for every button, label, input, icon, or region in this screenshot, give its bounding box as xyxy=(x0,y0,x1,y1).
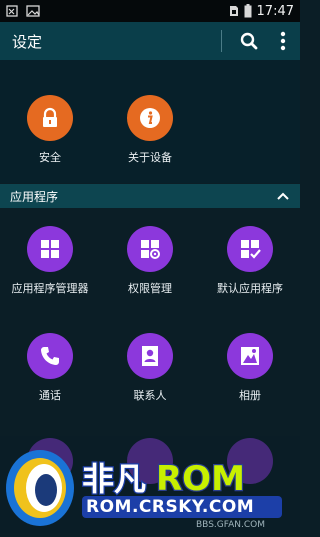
settings-item-label: 联系人 xyxy=(133,389,167,402)
settings-item-default-apps[interactable]: 默认应用程序 xyxy=(200,226,300,296)
app-grid-gear-icon xyxy=(141,240,160,259)
status-bar: 17:47 xyxy=(0,0,300,22)
settings-item-label: 安全 xyxy=(39,151,61,164)
section-title: 应用程序 xyxy=(10,189,59,204)
partial-item-badge xyxy=(227,438,273,484)
partial-item-badge xyxy=(127,438,173,484)
settings-item-label: 关于设备 xyxy=(128,151,172,164)
battery-icon xyxy=(244,4,252,18)
settings-item-app-manager[interactable]: 应用程序管理器 xyxy=(0,226,100,296)
lock-icon xyxy=(43,107,57,127)
more-vert-icon xyxy=(280,31,286,51)
general-settings-section: 安全 关于设备 xyxy=(0,60,300,183)
settings-item-label: 应用程序管理器 xyxy=(11,282,89,295)
contacts-icon-badge xyxy=(127,333,173,379)
gallery-icon-badge xyxy=(227,333,273,379)
app-grid-check-icon xyxy=(241,240,261,259)
app-manager-icon-badge xyxy=(27,226,73,272)
about-icon-badge xyxy=(127,95,173,141)
sim-icon xyxy=(229,6,238,16)
settings-item-security[interactable]: 安全 xyxy=(0,95,100,165)
chevron-up-icon[interactable] xyxy=(276,191,290,201)
settings-item-gallery[interactable]: 相册 xyxy=(200,333,300,403)
image-icon xyxy=(26,5,40,17)
more-options-button[interactable] xyxy=(266,22,300,60)
security-icon-badge xyxy=(27,95,73,141)
apps-section-header[interactable]: 应用程序 xyxy=(0,184,300,208)
contact-icon xyxy=(142,346,158,366)
settings-item-label: 权限管理 xyxy=(128,282,172,295)
phone-icon xyxy=(41,347,59,365)
settings-item-contacts[interactable]: 联系人 xyxy=(100,333,200,403)
page-title: 设定 xyxy=(12,32,43,51)
app-bar-divider xyxy=(221,30,222,52)
default-apps-icon-badge xyxy=(227,226,273,272)
info-icon xyxy=(140,108,160,128)
apps-settings-section: 应用程序管理器 权限管理 默认应用程序 通话 联系人 相册 xyxy=(0,208,300,533)
settings-item-about-device[interactable]: 关于设备 xyxy=(100,95,200,165)
settings-item-label: 相册 xyxy=(239,389,261,402)
calls-icon-badge xyxy=(27,333,73,379)
search-icon xyxy=(240,32,258,50)
settings-item-calls[interactable]: 通话 xyxy=(0,333,100,403)
app-bar: 设定 xyxy=(0,22,300,60)
settings-item-permission-manager[interactable]: 权限管理 xyxy=(100,226,200,296)
app-grid-icon xyxy=(41,240,59,258)
gallery-icon xyxy=(241,347,259,365)
settings-item-label: 默认应用程序 xyxy=(217,282,283,295)
permission-icon-badge xyxy=(127,226,173,272)
status-time: 17:47 xyxy=(256,3,294,19)
partial-item-badge xyxy=(27,438,73,484)
usb-icon xyxy=(6,5,18,17)
search-button[interactable] xyxy=(232,22,266,60)
settings-item-label: 通话 xyxy=(39,389,61,402)
